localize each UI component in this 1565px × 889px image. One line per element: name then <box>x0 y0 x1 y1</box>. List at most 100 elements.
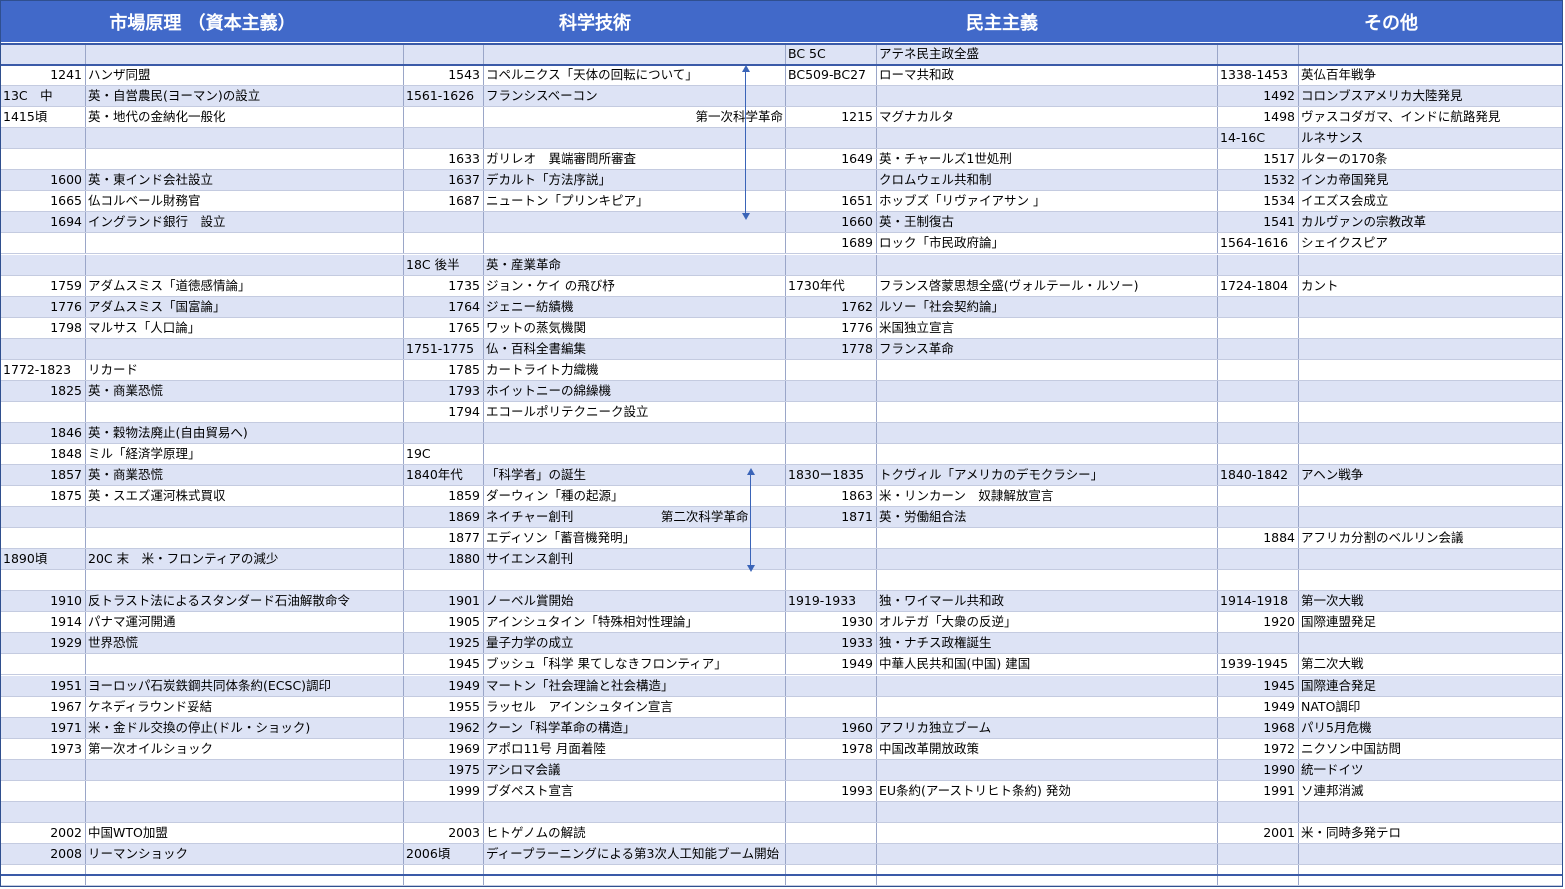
market-year-cell[interactable] <box>1 401 86 422</box>
science-year-cell[interactable]: 1794 <box>404 401 484 422</box>
other-event-cell[interactable]: ヴァスコダガマ、インドに航路発見 <box>1299 107 1562 127</box>
other-year-cell[interactable]: 1564-1616 <box>1218 233 1299 254</box>
science-year-cell[interactable]: 1901 <box>404 591 484 612</box>
democracy-event-cell[interactable]: ホッブズ「リヴァイアサン 」 <box>877 191 1218 212</box>
democracy-event-cell[interactable] <box>877 359 1218 380</box>
other-event-cell[interactable] <box>1299 255 1562 275</box>
democracy-event-cell[interactable] <box>877 696 1218 717</box>
other-year-cell[interactable]: 1920 <box>1218 612 1299 633</box>
democracy-year-cell[interactable]: 1776 <box>786 317 877 338</box>
other-year-cell[interactable]: 1914-1918 <box>1218 591 1299 612</box>
science-event-cell[interactable]: ノーベル賞開始 <box>484 591 786 612</box>
democracy-event-cell[interactable] <box>877 443 1218 464</box>
other-year-cell[interactable] <box>1218 359 1299 380</box>
science-year-cell[interactable] <box>404 212 484 233</box>
science-event-cell[interactable]: ネイチャー創刊 第二次科学革命 <box>484 507 786 528</box>
market-event-cell[interactable] <box>86 233 404 254</box>
other-year-cell[interactable] <box>1218 843 1299 864</box>
science-year-cell[interactable]: 1637 <box>404 170 484 191</box>
other-event-cell[interactable] <box>1299 802 1562 822</box>
democracy-year-cell[interactable] <box>786 401 877 422</box>
science-year-cell[interactable]: 1735 <box>404 275 484 296</box>
other-event-cell[interactable]: アヘン戦争 <box>1299 465 1562 485</box>
democracy-year-cell[interactable]: 1933 <box>786 633 877 654</box>
science-year-cell[interactable]: 1925 <box>404 633 484 654</box>
democracy-year-cell[interactable] <box>786 170 877 191</box>
market-event-cell[interactable]: アダムスミス「国富論」 <box>86 296 404 317</box>
democracy-event-cell[interactable]: クロムウェル共和制 <box>877 170 1218 191</box>
market-year-cell[interactable]: 1772-1823 <box>1 359 86 380</box>
science-event-cell[interactable]: 英・産業革命 <box>484 254 786 275</box>
market-event-cell[interactable]: ケネディラウンド妥結 <box>86 696 404 717</box>
science-event-cell[interactable]: ガリレオ 異端審問所審査 <box>484 149 786 170</box>
other-year-cell[interactable]: 1338-1453 <box>1218 65 1299 86</box>
democracy-year-cell[interactable] <box>786 359 877 380</box>
other-event-cell[interactable]: カルヴァンの宗教改革 <box>1299 212 1562 232</box>
market-year-cell[interactable]: 13C 中 <box>1 86 86 107</box>
democracy-year-cell[interactable]: 1949 <box>786 654 877 675</box>
other-year-cell[interactable]: 1532 <box>1218 170 1299 191</box>
other-year-cell[interactable] <box>1218 422 1299 443</box>
science-event-cell[interactable]: ラッセル アインシュタイン宣言 <box>484 696 786 717</box>
democracy-event-cell[interactable]: ロック「市民政府論」 <box>877 233 1218 254</box>
science-event-cell[interactable] <box>484 44 786 64</box>
market-event-cell[interactable]: リカード <box>86 359 404 380</box>
market-year-cell[interactable] <box>1 528 86 549</box>
science-event-cell[interactable]: 第一次科学革命 <box>484 107 786 128</box>
science-event-cell[interactable]: エディソン「蓄音機発明」 <box>484 528 786 549</box>
democracy-event-cell[interactable] <box>877 549 1218 570</box>
other-event-cell[interactable]: アフリカ分割のベルリン会議 <box>1299 528 1562 548</box>
other-event-cell[interactable] <box>1299 297 1562 317</box>
market-year-cell[interactable]: 1875 <box>1 486 86 507</box>
market-event-cell[interactable] <box>86 149 404 170</box>
democracy-event-cell[interactable] <box>877 822 1218 843</box>
market-event-cell[interactable]: 世界恐慌 <box>86 633 404 654</box>
science-year-cell[interactable]: 1945 <box>404 654 484 675</box>
democracy-year-cell[interactable] <box>786 443 877 464</box>
other-event-cell[interactable] <box>1299 549 1562 569</box>
democracy-year-cell[interactable]: 1660 <box>786 212 877 233</box>
science-event-cell[interactable]: ブッシュ「科学 果てしなきフロンティア」 <box>484 654 786 675</box>
science-event-cell[interactable] <box>484 801 786 822</box>
market-year-cell[interactable] <box>1 44 86 64</box>
democracy-event-cell[interactable]: 中華人民共和国(中国) 建国 <box>877 654 1218 675</box>
other-event-cell[interactable] <box>1299 381 1562 401</box>
democracy-year-cell[interactable] <box>786 675 877 696</box>
democracy-event-cell[interactable]: オルテガ「大衆の反逆」 <box>877 612 1218 633</box>
democracy-year-cell[interactable] <box>786 549 877 570</box>
democracy-event-cell[interactable] <box>877 380 1218 401</box>
science-year-cell[interactable]: 2003 <box>404 822 484 843</box>
other-event-cell[interactable]: ニクソン中国訪問 <box>1299 739 1562 759</box>
other-event-cell[interactable]: 国際連合発足 <box>1299 676 1562 696</box>
science-year-cell[interactable] <box>404 107 484 128</box>
other-year-cell[interactable] <box>1218 44 1299 64</box>
header-science[interactable]: 科学技術 <box>404 1 786 42</box>
market-year-cell[interactable]: 1973 <box>1 738 86 759</box>
other-year-cell[interactable]: 1884 <box>1218 528 1299 549</box>
other-year-cell[interactable] <box>1218 633 1299 654</box>
science-year-cell[interactable]: 1764 <box>404 296 484 317</box>
science-year-cell[interactable]: 1975 <box>404 759 484 780</box>
other-year-cell[interactable] <box>1218 380 1299 401</box>
democracy-year-cell[interactable] <box>786 759 877 780</box>
other-event-cell[interactable]: 第一次大戦 <box>1299 591 1562 611</box>
other-event-cell[interactable]: 第二次大戦 <box>1299 654 1562 674</box>
democracy-year-cell[interactable]: 1762 <box>786 296 877 317</box>
democracy-year-cell[interactable]: 1651 <box>786 191 877 212</box>
other-event-cell[interactable]: 国際連盟発足 <box>1299 612 1562 632</box>
democracy-year-cell[interactable] <box>786 422 877 443</box>
market-year-cell[interactable]: 1951 <box>1 675 86 696</box>
science-event-cell[interactable]: サイエンス創刊 <box>484 549 786 570</box>
other-year-cell[interactable] <box>1218 401 1299 422</box>
other-year-cell[interactable] <box>1218 486 1299 507</box>
other-year-cell[interactable]: 1840-1842 <box>1218 465 1299 485</box>
market-year-cell[interactable]: 1694 <box>1 212 86 233</box>
science-event-cell[interactable]: ニュートン「プリンキピア」 <box>484 191 786 212</box>
science-event-cell[interactable]: ジェニー紡績機 <box>484 296 786 317</box>
market-event-cell[interactable]: アダムスミス「道徳感情論」 <box>86 275 404 296</box>
science-year-cell[interactable]: 1905 <box>404 612 484 633</box>
democracy-year-cell[interactable]: BC 5C <box>786 44 877 64</box>
science-year-cell[interactable]: 1793 <box>404 380 484 401</box>
democracy-year-cell[interactable]: 1871 <box>786 507 877 528</box>
democracy-event-cell[interactable]: ルソー「社会契約論」 <box>877 296 1218 317</box>
